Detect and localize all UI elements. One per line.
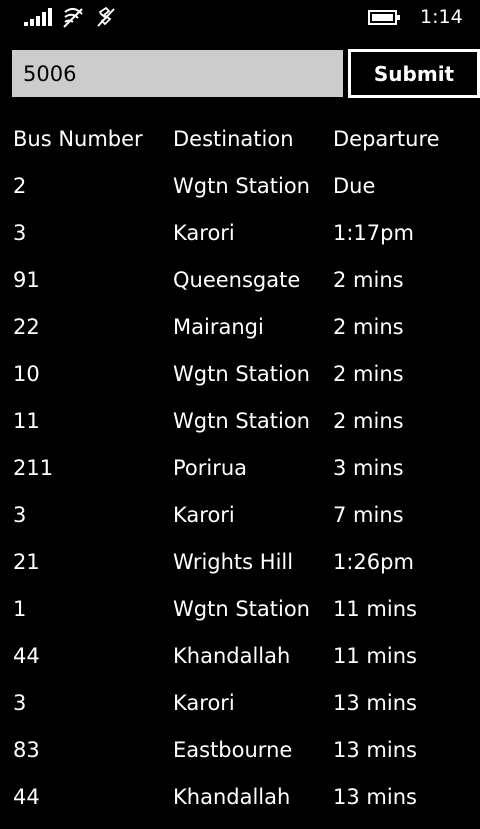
- table-row[interactable]: 91 Queensgate 2 mins: [13, 265, 480, 312]
- destination-cell: Khandallah: [173, 644, 291, 668]
- bus-number-cell: 44: [13, 785, 40, 809]
- destination-cell: Wgtn Station: [173, 409, 310, 433]
- destination-cell: Mairangi: [173, 315, 264, 339]
- destination-cell: Wgtn Station: [173, 597, 310, 621]
- table-row[interactable]: 21 Wrights Hill 1:26pm: [13, 547, 480, 594]
- bus-number-cell: 1: [13, 597, 27, 621]
- table-row[interactable]: 1 Wgtn Station 11 mins: [13, 594, 480, 641]
- table-row[interactable]: 3 Karori 7 mins: [13, 500, 480, 547]
- departure-cell: 2 mins: [333, 409, 404, 433]
- departure-cell: 11 mins: [333, 644, 417, 668]
- destination-cell: Wrights Hill: [173, 550, 294, 574]
- table-body: 2 Wgtn Station Due 3 Karori 1:17pm 91 Queensgat…: [13, 171, 480, 829]
- destination-cell: Karori: [173, 221, 235, 245]
- departures-table: Bus Number Destination Departure 2 Wgtn S…: [13, 124, 480, 829]
- bus-number-cell: 91: [13, 268, 40, 292]
- signal-strength-icon: [24, 8, 54, 26]
- table-row[interactable]: 211 Porirua 3 mins: [13, 453, 480, 500]
- destination-cell: Khandallah: [173, 785, 291, 809]
- bus-number-cell: 44: [13, 644, 40, 668]
- destination-cell: Porirua: [173, 456, 248, 480]
- bus-number-cell: 83: [13, 738, 40, 762]
- bus-number-cell: 3: [13, 221, 27, 245]
- bus-number-cell: 211: [13, 456, 54, 480]
- battery-icon: [368, 10, 400, 25]
- data-connection-icon: [97, 6, 115, 27]
- departure-cell: 11 mins: [333, 597, 417, 621]
- departure-cell: Due: [333, 174, 376, 198]
- table-row[interactable]: 44 Khandallah 11 mins: [13, 641, 480, 688]
- wifi-icon: [63, 8, 83, 28]
- bus-number-cell: 21: [13, 550, 40, 574]
- table-row[interactable]: 22 Mairangi 2 mins: [13, 312, 480, 359]
- departure-cell: 13 mins: [333, 691, 417, 715]
- table-row[interactable]: 2 Wgtn Station Due: [13, 171, 480, 218]
- bus-number-cell: 3: [13, 503, 27, 527]
- status-bar: 1:14: [0, 0, 480, 34]
- table-row[interactable]: 83 Eastbourne 13 mins: [13, 735, 480, 782]
- header-bus-number: Bus Number: [13, 127, 143, 151]
- departure-cell: 2 mins: [333, 268, 404, 292]
- departure-cell: 13 mins: [333, 785, 417, 809]
- destination-cell: Karori: [173, 503, 235, 527]
- bus-number-cell: 3: [13, 691, 27, 715]
- table-row[interactable]: 11 Wgtn Station 2 mins: [13, 406, 480, 453]
- table-row[interactable]: 3 Karori 13 mins: [13, 688, 480, 735]
- bus-number-cell: 10: [13, 362, 40, 386]
- table-row[interactable]: 3 Karori 1:17pm: [13, 218, 480, 265]
- table-row[interactable]: 44 Khandallah 13 mins: [13, 782, 480, 829]
- departure-cell: 7 mins: [333, 503, 404, 527]
- table-row[interactable]: 10 Wgtn Station 2 mins: [13, 359, 480, 406]
- departure-cell: 1:26pm: [333, 550, 414, 574]
- clock: 1:14: [420, 6, 463, 28]
- destination-cell: Queensgate: [173, 268, 301, 292]
- destination-cell: Karori: [173, 691, 235, 715]
- departure-cell: 1:17pm: [333, 221, 414, 245]
- departure-cell: 13 mins: [333, 738, 417, 762]
- bus-number-cell: 22: [13, 315, 40, 339]
- header-destination: Destination: [173, 127, 294, 151]
- header-departure: Departure: [333, 127, 440, 151]
- departure-cell: 2 mins: [333, 362, 404, 386]
- stop-number-input[interactable]: [12, 50, 343, 97]
- destination-cell: Wgtn Station: [173, 362, 310, 386]
- table-header-row: Bus Number Destination Departure: [13, 124, 480, 171]
- destination-cell: Wgtn Station: [173, 174, 310, 198]
- bus-number-cell: 2: [13, 174, 27, 198]
- bus-number-cell: 11: [13, 409, 40, 433]
- destination-cell: Eastbourne: [173, 738, 293, 762]
- departure-cell: 3 mins: [333, 456, 404, 480]
- departure-cell: 2 mins: [333, 315, 404, 339]
- submit-button[interactable]: Submit: [348, 49, 480, 98]
